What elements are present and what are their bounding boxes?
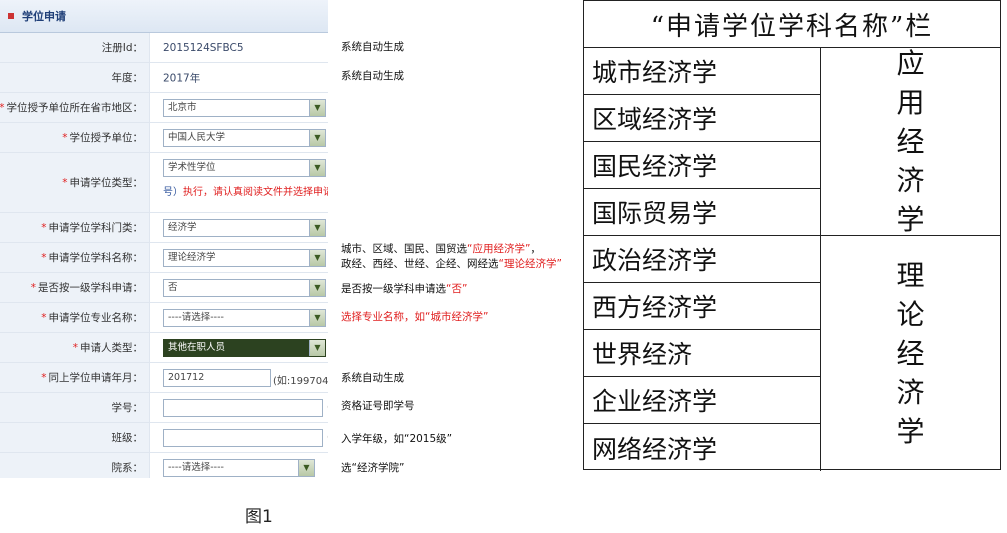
required-mark: *: [41, 371, 47, 384]
row-label: 申请学位专业名称：: [48, 312, 144, 324]
form-row-discipline-category: * 申请学位学科门类： 经济学 ▼: [0, 213, 328, 243]
table-cell-subject: 城市经济学: [584, 48, 821, 95]
required-mark: *: [41, 311, 47, 324]
row-label: 年度：: [111, 72, 144, 84]
required-mark: *: [72, 341, 78, 354]
chevron-down-icon[interactable]: ▼: [309, 340, 325, 356]
degree-type-select[interactable]: 学术性学位 ▼: [163, 159, 326, 177]
note-registration-id: 系统自动生成: [341, 41, 404, 53]
form-row-province: *学位授予单位所在省市地区： 北京市▼: [0, 93, 328, 123]
form-row-first-level: * 是否按一级学科申请： 否 ▼: [0, 273, 328, 303]
chevron-down-icon[interactable]: ▼: [309, 100, 325, 116]
note-theoretical-economics: 政经、西经、世经、企经、网经选“理论经济学”: [341, 258, 562, 270]
discipline-category-select[interactable]: 经济学 ▼: [163, 219, 326, 237]
figure-caption: 图1: [245, 507, 273, 527]
row-label: 申请学位类型：: [69, 177, 144, 189]
form-row-year: 年度： 2017年: [0, 63, 328, 93]
department-select[interactable]: ----请选择---- ▼: [163, 459, 315, 477]
form-row-department: 院系： ----请选择---- ▼: [0, 453, 328, 478]
row-label: 院系：: [111, 462, 144, 474]
student-id-hint: (: [327, 402, 328, 413]
major-name-select[interactable]: ----请选择---- ▼: [163, 309, 326, 327]
form-row-apply-month: * 同上学位申请年月： 201712 (如:199704: [0, 363, 328, 393]
row-label: 注册Id：: [101, 42, 143, 54]
table-group-applied-economics: 应用经济学: [821, 47, 1000, 236]
chevron-down-icon[interactable]: ▼: [309, 250, 325, 266]
table-cell-subject: 国民经济学: [584, 142, 821, 189]
note-first-level: 是否按一级学科申请选“否”: [341, 283, 468, 295]
table-cell-subject: 网络经济学: [584, 424, 821, 471]
form-row-registration-id: 注册Id： 2015124SFBC5: [0, 33, 328, 63]
header-bullet-icon: [8, 13, 14, 19]
chevron-down-icon[interactable]: ▼: [309, 160, 325, 176]
first-level-select[interactable]: 否 ▼: [163, 279, 326, 297]
row-label: 学号：: [111, 402, 144, 414]
row-label: 学位授予单位：: [69, 132, 144, 144]
chevron-down-icon[interactable]: ▼: [309, 280, 325, 296]
applicant-type-select[interactable]: 其他在职人员 ▼: [163, 339, 326, 357]
chevron-down-icon[interactable]: ▼: [309, 220, 325, 236]
form-row-discipline-name: * 申请学位学科名称： 理论经济学 ▼: [0, 243, 328, 273]
form-header: 学位申请: [0, 0, 328, 33]
row-label: 申请学位学科门类：: [48, 222, 144, 234]
table-cell-subject: 世界经济: [584, 330, 821, 377]
note-year: 系统自动生成: [341, 70, 404, 82]
required-mark: *: [30, 281, 36, 294]
province-select[interactable]: 北京市 ▼: [163, 99, 326, 117]
form-row-class: 班级： (: [0, 423, 328, 453]
year-value: 2017年: [163, 72, 201, 84]
note-student-id: 资格证号即学号: [341, 400, 415, 412]
table-cell-subject: 区域经济学: [584, 95, 821, 142]
required-mark: *: [62, 176, 68, 189]
class-input[interactable]: [163, 429, 323, 447]
table-cell-subject: 政治经济学: [584, 236, 821, 283]
note-apply-month: 系统自动生成: [341, 372, 404, 384]
discipline-reference-table: “申请学位学科名称”栏 城市经济学 区域经济学 国民经济学 国际贸易学 政治经济…: [583, 0, 1001, 471]
row-label: 申请人类型：: [80, 342, 143, 354]
form-row-applicant-type: * 申请人类型： 其他在职人员 ▼: [0, 333, 328, 363]
table-group-theoretical-economics: 理论经济学: [896, 258, 925, 448]
row-label: 学位授予单位所在省市地区：: [6, 102, 144, 114]
note-class: 入学年级，如“2015级”: [341, 433, 453, 445]
degree-type-notice: 号）执行，请认真阅读文件并选择申请: [163, 187, 328, 198]
note-major-name: 选择专业名称，如“城市经济学”: [341, 311, 489, 323]
form-title: 学位申请: [22, 10, 66, 23]
chevron-down-icon[interactable]: ▼: [298, 460, 314, 476]
form-row-granting-unit: * 学位授予单位： 中国人民大学 ▼: [0, 123, 328, 153]
form-row-major-name: * 申请学位专业名称： ----请选择---- ▼: [0, 303, 328, 333]
chevron-down-icon[interactable]: ▼: [309, 310, 325, 326]
row-label: 同上学位申请年月：: [48, 372, 144, 384]
apply-month-input[interactable]: 201712: [163, 369, 271, 387]
required-mark: *: [0, 102, 5, 114]
chevron-down-icon[interactable]: ▼: [309, 130, 325, 146]
note-department: 选“经济学院”: [341, 462, 405, 474]
table-title: “申请学位学科名称”栏: [584, 1, 1000, 48]
degree-application-form: 学位申请 注册Id： 2015124SFBC5 年度： 2017年 *学位授予单…: [0, 0, 328, 478]
class-hint: (: [327, 432, 328, 443]
granting-unit-select[interactable]: 中国人民大学 ▼: [163, 129, 326, 147]
student-id-input[interactable]: [163, 399, 323, 417]
discipline-name-select[interactable]: 理论经济学 ▼: [163, 249, 326, 267]
row-label: 申请学位学科名称：: [48, 252, 144, 264]
form-row-student-id: 学号： (: [0, 393, 328, 423]
required-mark: *: [41, 221, 47, 234]
row-label: 班级：: [111, 432, 144, 444]
note-applied-economics: 城市、区域、国民、国贸选“应用经济学”，: [341, 243, 541, 255]
registration-id-value: 2015124SFBC5: [163, 41, 244, 54]
required-mark: *: [41, 251, 47, 264]
table-cell-subject: 企业经济学: [584, 377, 821, 424]
table-cell-subject: 西方经济学: [584, 283, 821, 330]
form-row-degree-type: * 申请学位类型： 学术性学位 ▼ 号）执行，请认真阅读文件并选择申请: [0, 153, 328, 213]
table-cell-subject: 国际贸易学: [584, 189, 821, 236]
row-label: 是否按一级学科申请：: [38, 282, 143, 294]
required-mark: *: [62, 131, 68, 144]
apply-month-hint: (如:199704: [273, 376, 328, 387]
